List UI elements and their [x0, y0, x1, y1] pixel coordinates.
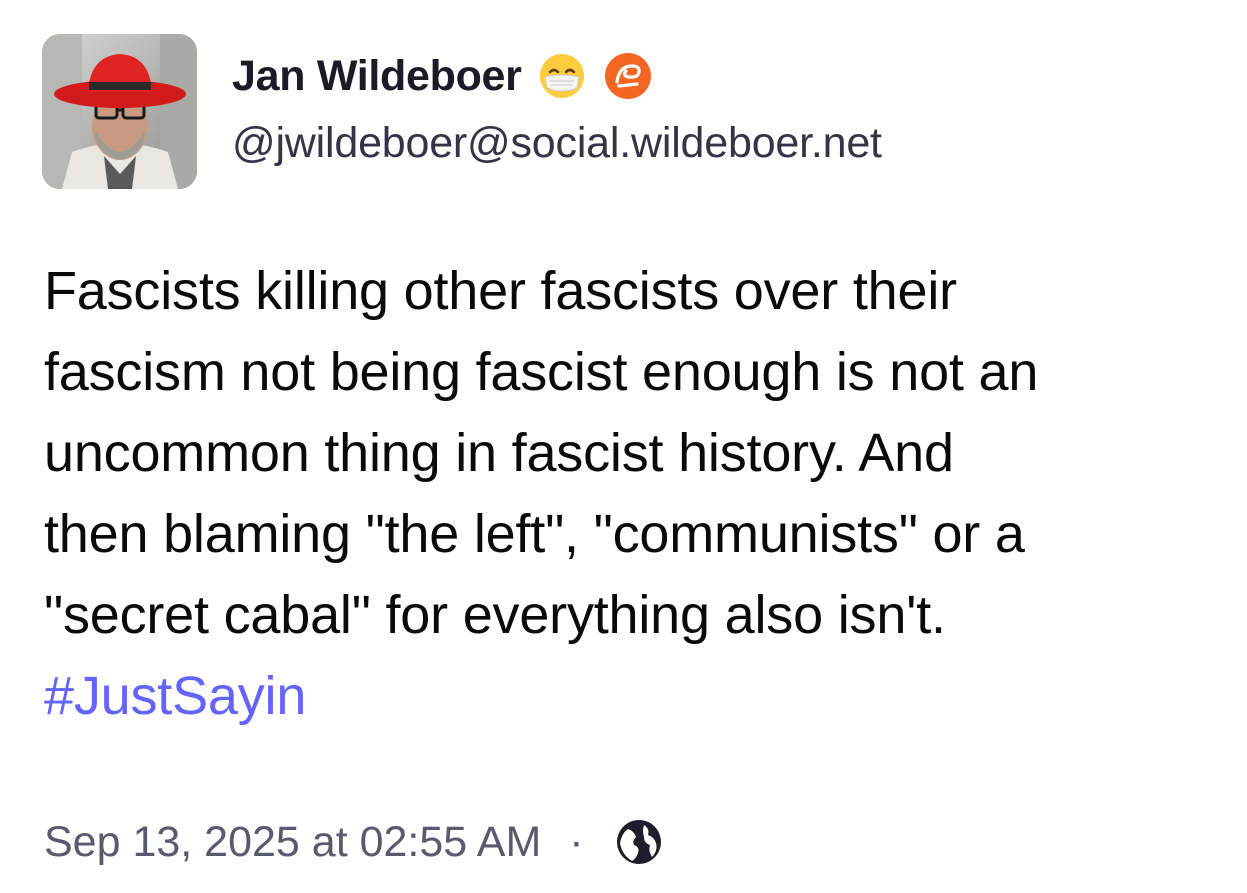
- orange-chat-emoji-icon: [602, 50, 654, 102]
- post-content: Fascists killing other fascists over the…: [44, 251, 1244, 737]
- hashtag-link[interactable]: #JustSayin: [44, 666, 306, 726]
- post-text-line: then blaming "the left", "communists" or…: [44, 504, 1025, 564]
- post-text-line: "secret cabal" for everything also isn't…: [44, 585, 946, 645]
- post-timestamp[interactable]: Sep 13, 2025 at 02:55 AM: [44, 818, 541, 867]
- avatar[interactable]: [42, 34, 197, 189]
- post-card: Jan Wildeboer @jwildeboer@social.wildebo…: [0, 0, 1247, 893]
- post-meta: Sep 13, 2025 at 02:55 AM ·: [44, 810, 664, 874]
- mask-face-emoji-icon: [536, 50, 588, 102]
- meta-separator: ·: [569, 817, 584, 866]
- post-text-line: Fascists killing other fascists over the…: [44, 261, 957, 321]
- account-handle[interactable]: @jwildeboer@social.wildeboer.net: [232, 119, 882, 168]
- author-row: Jan Wildeboer: [232, 46, 654, 106]
- display-name[interactable]: Jan Wildeboer: [232, 52, 522, 101]
- post-text-line: fascism not being fascist enough is not …: [44, 342, 1039, 402]
- globe-icon[interactable]: [614, 817, 664, 867]
- post-text-line: uncommon thing in fascist history. And: [44, 423, 954, 483]
